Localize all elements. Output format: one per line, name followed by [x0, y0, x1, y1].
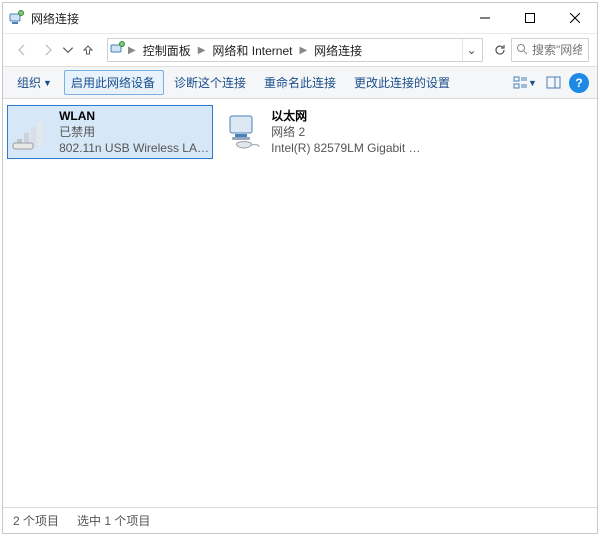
rename-label: 重命名此连接 [264, 74, 336, 91]
content-area[interactable]: WLAN 已禁用 802.11n USB Wireless LAN Card 以… [3, 99, 597, 507]
wifi-disabled-icon [10, 108, 53, 156]
enable-device-button[interactable]: 启用此网络设备 [64, 70, 164, 95]
diagnose-label: 诊断这个连接 [174, 74, 246, 91]
back-button[interactable] [9, 37, 35, 63]
status-bar: 2 个项目 选中 1 个项目 [3, 507, 597, 533]
connection-device: Intel(R) 82579LM Gigabit Netw... [271, 140, 422, 156]
connection-device: 802.11n USB Wireless LAN Card [59, 140, 210, 156]
preview-pane-button[interactable] [541, 71, 565, 95]
view-options-button[interactable]: ▼ [513, 71, 537, 95]
connection-status: 已禁用 [59, 124, 210, 140]
chevron-right-icon[interactable]: ▶ [126, 45, 138, 56]
nav-bar: ▶ 控制面板 ▶ 网络和 Internet ▶ 网络连接 ⌄ [3, 33, 597, 67]
organize-button[interactable]: 组织 ▼ [11, 71, 60, 94]
chevron-down-icon: ▼ [528, 78, 537, 88]
refresh-button[interactable] [489, 37, 511, 63]
breadcrumb-segment[interactable]: 网络和 Internet [207, 42, 297, 59]
item-count: 2 个项目 [13, 512, 59, 529]
tile-text: WLAN 已禁用 802.11n USB Wireless LAN Card [59, 108, 210, 156]
chevron-right-icon[interactable]: ▶ [297, 45, 309, 56]
selected-count: 选中 1 个项目 [77, 512, 150, 529]
diagnose-button[interactable]: 诊断这个连接 [168, 71, 254, 94]
address-bar[interactable]: ▶ 控制面板 ▶ 网络和 Internet ▶ 网络连接 ⌄ [107, 38, 483, 62]
tile-text: 以太网 网络 2 Intel(R) 82579LM Gigabit Netw..… [271, 108, 422, 156]
up-button[interactable] [75, 37, 101, 63]
organize-label: 组织 [17, 74, 41, 91]
connection-name: WLAN [59, 108, 210, 124]
search-input[interactable] [528, 42, 584, 58]
address-dropdown[interactable]: ⌄ [462, 39, 480, 61]
forward-button[interactable] [35, 37, 61, 63]
chevron-down-icon: ▼ [43, 78, 52, 88]
window-title: 网络连接 [25, 10, 462, 27]
enable-label: 启用此网络设备 [71, 74, 155, 91]
connection-tile-wlan[interactable]: WLAN 已禁用 802.11n USB Wireless LAN Card [7, 105, 213, 159]
connection-status: 网络 2 [271, 124, 422, 140]
close-button[interactable] [552, 3, 597, 33]
search-icon [516, 43, 528, 58]
connection-tile-ethernet[interactable]: 以太网 网络 2 Intel(R) 82579LM Gigabit Netw..… [219, 105, 425, 159]
maximize-button[interactable] [507, 3, 552, 33]
window-frame: 网络连接 [2, 2, 598, 534]
recent-locations-dropdown[interactable] [61, 37, 75, 63]
settings-label: 更改此连接的设置 [354, 74, 450, 91]
titlebar: 网络连接 [3, 3, 597, 33]
command-bar: 组织 ▼ 启用此网络设备 诊断这个连接 重命名此连接 更改此连接的设置 ▼ [3, 67, 597, 99]
rename-button[interactable]: 重命名此连接 [258, 71, 344, 94]
breadcrumb-segment[interactable]: 网络连接 [309, 42, 367, 59]
app-icon [9, 10, 25, 26]
connection-settings-button[interactable]: 更改此连接的设置 [348, 71, 458, 94]
help-label: ? [575, 76, 582, 90]
breadcrumb-segment[interactable]: 控制面板 [138, 42, 196, 59]
ethernet-icon [222, 108, 265, 156]
chevron-right-icon[interactable]: ▶ [196, 45, 208, 56]
connection-name: 以太网 [271, 108, 422, 124]
help-button[interactable]: ? [569, 73, 589, 93]
network-location-icon [110, 41, 126, 60]
minimize-button[interactable] [462, 3, 507, 33]
search-box[interactable] [511, 38, 589, 62]
